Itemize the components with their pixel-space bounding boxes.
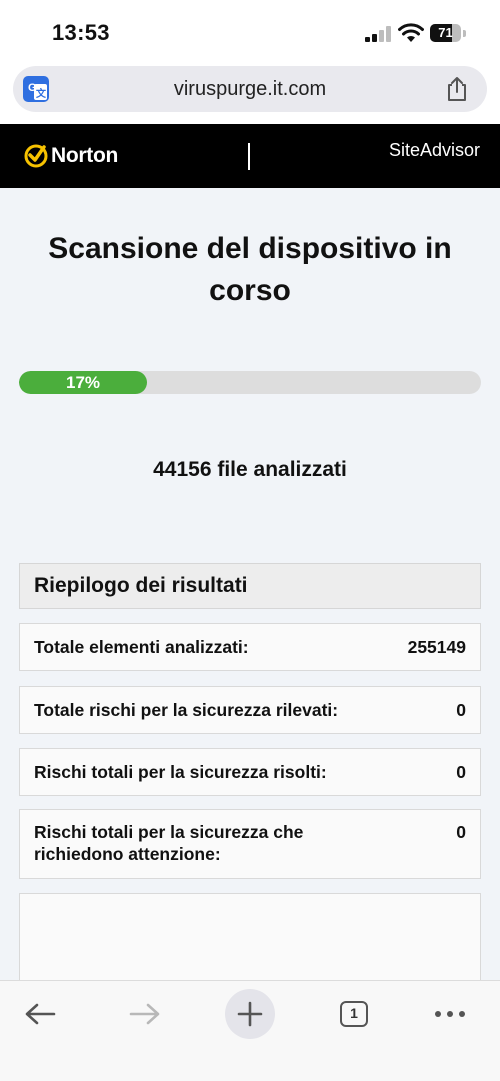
summary-row-total-items: Totale elementi analizzati: 255149 [19, 623, 481, 671]
norton-check-icon [24, 144, 48, 168]
progress-percent: 17% [65, 373, 101, 392]
summary-row-risks-detected: Totale rischi per la sicurezza rilevati:… [19, 686, 481, 734]
clock: 13:53 [52, 20, 110, 45]
row-value: 0 [456, 762, 466, 782]
new-tab-button[interactable] [225, 989, 275, 1039]
status-bar: 13:53 71 [0, 0, 500, 62]
wifi-icon [398, 23, 424, 42]
summary-header: Riepilogo dei risultati [19, 563, 481, 609]
row-value: 0 [456, 822, 466, 842]
forward-arrow-icon [129, 1003, 160, 1025]
more-icon [435, 1011, 465, 1017]
battery-icon: 71 [430, 24, 467, 42]
browser-toolbar: 1 [0, 980, 500, 1081]
forward-button[interactable] [120, 989, 170, 1039]
norton-brand: Norton [51, 144, 119, 167]
header-divider [248, 143, 250, 170]
scan-progress-bar: 17% [19, 371, 481, 394]
tabs-button[interactable]: 1 [329, 989, 379, 1039]
address-bar[interactable]: G 文 viruspurge.it.com [13, 66, 487, 112]
back-button[interactable] [15, 989, 65, 1039]
back-arrow-icon [25, 1003, 56, 1025]
norton-logo[interactable]: Norton [24, 141, 118, 171]
plus-icon [237, 1001, 263, 1027]
summary-row-risks-resolved: Rischi totali per la sicurezza risolti: … [19, 748, 481, 796]
url-text[interactable]: viruspurge.it.com [13, 66, 487, 112]
row-value: 0 [456, 700, 466, 720]
row-label: Totale elementi analizzati: [34, 637, 249, 657]
summary-row-risks-attention: Rischi totali per la sicurezza che richi… [19, 809, 481, 879]
tabs-icon: 1 [340, 1001, 368, 1027]
row-label: Rischi totali per la sicurezza che richi… [34, 822, 304, 864]
row-value: 255149 [407, 637, 466, 657]
row-label: Rischi totali per la sicurezza risolti: [34, 762, 327, 782]
page-title: Scansione del dispositivo in corso [48, 232, 452, 307]
siteadvisor-label: SiteAdvisor [388, 140, 480, 160]
share-icon[interactable] [445, 76, 469, 102]
files-scanned-count: 44156 file analizzati [153, 458, 347, 481]
browser-address-area: G 文 viruspurge.it.com [0, 62, 500, 124]
site-header: Norton SiteAdvisor [0, 124, 500, 188]
summary-title: Riepilogo dei risultati [34, 574, 248, 597]
row-label: Totale rischi per la sicurezza rilevati: [34, 700, 339, 720]
more-button[interactable] [425, 989, 475, 1039]
battery-percent: 71 [438, 25, 453, 40]
signal-icon [365, 26, 391, 42]
